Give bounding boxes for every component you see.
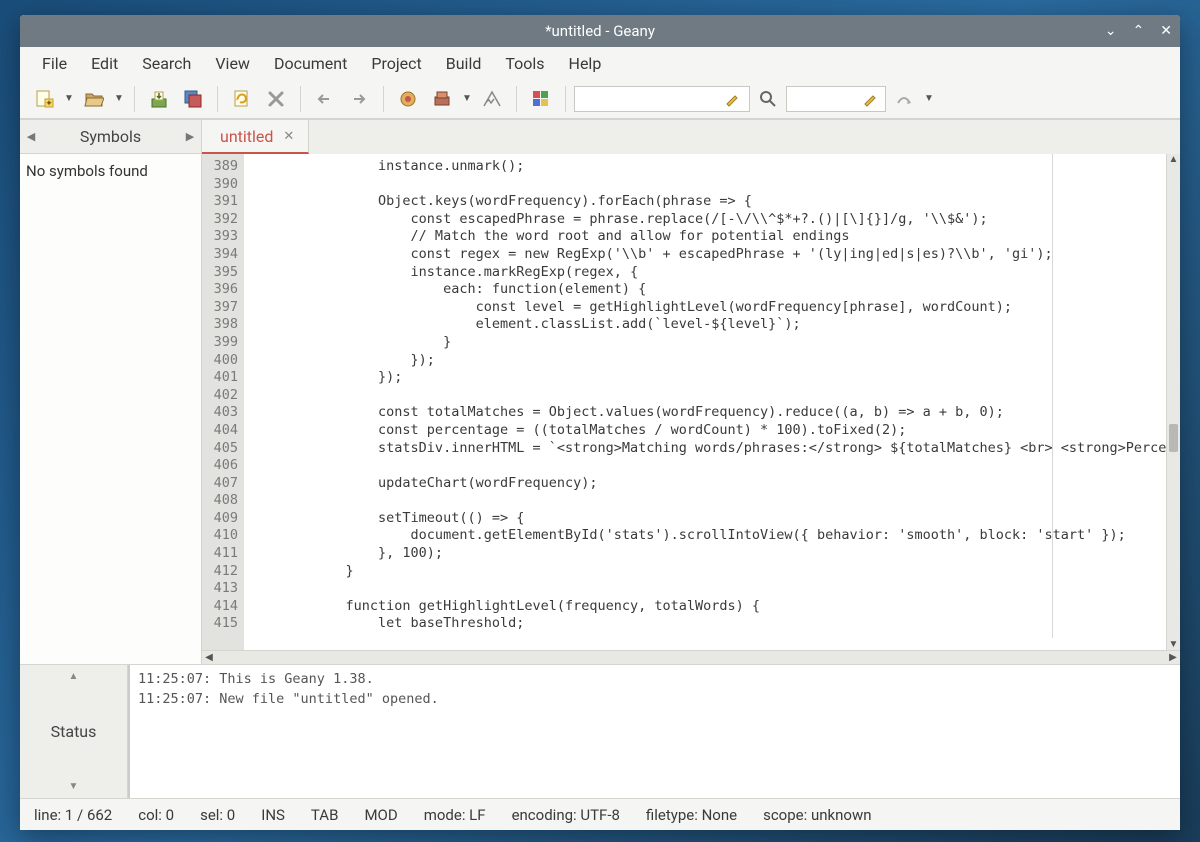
toolbar-overflow[interactable]: ▼ [922, 93, 936, 104]
compile-button[interactable] [392, 83, 424, 115]
search-icon [758, 89, 778, 109]
editor-tabstrip: untitled ✕ [202, 120, 1180, 154]
status-ins: INS [261, 806, 285, 824]
menu-view[interactable]: View [205, 50, 260, 77]
tab-untitled[interactable]: untitled ✕ [202, 120, 309, 154]
arrow-left-icon [315, 89, 335, 109]
build-button[interactable] [426, 83, 458, 115]
msgtab-down-icon[interactable]: ▼ [69, 775, 79, 798]
code-editor[interactable]: instance.unmark(); Object.keys(wordFrequ… [244, 154, 1166, 650]
sidebar-tab-symbols[interactable]: Symbols [42, 121, 179, 152]
build-dropdown[interactable]: ▼ [460, 93, 474, 104]
scroll-up-icon[interactable]: ▲ [1167, 154, 1180, 165]
minimize-icon[interactable]: ⌄ [1105, 23, 1117, 39]
goto-line-button[interactable] [888, 83, 920, 115]
run-icon [481, 89, 503, 109]
brush-icon [723, 90, 741, 108]
sidebar: ◀ Symbols ▶ No symbols found [20, 120, 202, 664]
menu-help[interactable]: Help [559, 50, 612, 77]
compile-icon [398, 89, 418, 109]
close-file-icon [266, 89, 286, 109]
new-file-dropdown[interactable]: ▼ [62, 93, 76, 104]
jump-icon [894, 89, 914, 109]
sidebar-prev-icon[interactable]: ◀ [20, 130, 42, 143]
menu-build[interactable]: Build [436, 50, 492, 77]
color-chooser-button[interactable] [525, 83, 557, 115]
nav-forward-button[interactable] [343, 83, 375, 115]
status-sel: sel: 0 [200, 806, 235, 824]
nav-back-button[interactable] [309, 83, 341, 115]
scroll-right-icon[interactable]: ▶ [1166, 651, 1180, 664]
close-icon[interactable]: ✕ [1160, 23, 1172, 39]
msgtab-up-icon[interactable]: ▲ [69, 665, 79, 688]
editor-area: untitled ✕ 389 390 391 392 393 394 395 3… [202, 120, 1180, 664]
status-mode: mode: LF [424, 806, 486, 824]
menu-edit[interactable]: Edit [81, 50, 128, 77]
sidebar-next-icon[interactable]: ▶ [179, 130, 201, 143]
status-scope: scope: unknown [763, 806, 871, 824]
save-all-icon [183, 89, 203, 109]
color-icon [531, 89, 551, 109]
tab-close-icon[interactable]: ✕ [283, 129, 294, 144]
reload-button[interactable] [226, 83, 258, 115]
horizontal-scrollbar[interactable]: ◀ ▶ [202, 650, 1180, 664]
menu-project[interactable]: Project [361, 50, 431, 77]
window-title: *untitled - Geany [545, 22, 655, 40]
long-line-marker [1052, 154, 1053, 638]
status-mod: MOD [364, 806, 397, 824]
run-button[interactable] [476, 83, 508, 115]
brush-icon [861, 90, 879, 108]
titlebar[interactable]: *untitled - Geany ⌄ ⌃ ✕ [20, 15, 1180, 47]
close-file-button[interactable] [260, 83, 292, 115]
goto-input[interactable] [791, 88, 857, 110]
reload-icon [232, 89, 252, 109]
msgtab-status[interactable]: Status [51, 688, 97, 775]
find-button[interactable] [752, 83, 784, 115]
scroll-down-icon[interactable]: ▼ [1167, 639, 1180, 650]
goto-field[interactable] [786, 86, 886, 112]
new-file-icon: ✦ [34, 89, 54, 109]
vertical-scrollbar[interactable]: ▲ ▼ [1166, 154, 1180, 650]
tab-label: untitled [220, 127, 273, 146]
menu-search[interactable]: Search [132, 50, 201, 77]
new-file-button[interactable]: ✦ [28, 83, 60, 115]
maximize-icon[interactable]: ⌃ [1133, 23, 1145, 39]
status-col: col: 0 [138, 806, 174, 824]
scroll-left-icon[interactable]: ◀ [202, 651, 216, 664]
status-line: line: 1 / 662 [34, 806, 112, 824]
open-folder-icon [84, 89, 104, 109]
scrollbar-thumb[interactable] [1169, 424, 1178, 452]
menu-document[interactable]: Document [264, 50, 357, 77]
status-filetype: filetype: None [646, 806, 737, 824]
menu-file[interactable]: File [32, 50, 77, 77]
status-encoding: encoding: UTF-8 [512, 806, 620, 824]
build-icon [432, 89, 452, 109]
menubar: FileEditSearchViewDocumentProjectBuildTo… [20, 47, 1180, 79]
open-recent-dropdown[interactable]: ▼ [112, 93, 126, 104]
line-number-gutter: 389 390 391 392 393 394 395 396 397 398 … [202, 154, 244, 650]
message-area: ▲ Status ▼ 11:25:07: This is Geany 1.38.… [20, 664, 1180, 798]
toolbar: ✦ ▼ ▼ ▼ [20, 79, 1180, 119]
status-tab: TAB [311, 806, 339, 824]
arrow-right-icon [349, 89, 369, 109]
open-file-button[interactable] [78, 83, 110, 115]
symbols-panel: No symbols found [20, 154, 201, 664]
save-icon [149, 89, 169, 109]
save-all-button[interactable] [177, 83, 209, 115]
search-input[interactable] [579, 88, 719, 110]
svg-text:✦: ✦ [45, 99, 53, 109]
save-button[interactable] [143, 83, 175, 115]
menu-tools[interactable]: Tools [495, 50, 554, 77]
message-log[interactable]: 11:25:07: This is Geany 1.38. 11:25:07: … [128, 665, 1180, 798]
statusbar: line: 1 / 662 col: 0 sel: 0 INS TAB MOD … [20, 798, 1180, 830]
search-field[interactable] [574, 86, 750, 112]
app-window: *untitled - Geany ⌄ ⌃ ✕ FileEditSearchVi… [20, 15, 1180, 830]
